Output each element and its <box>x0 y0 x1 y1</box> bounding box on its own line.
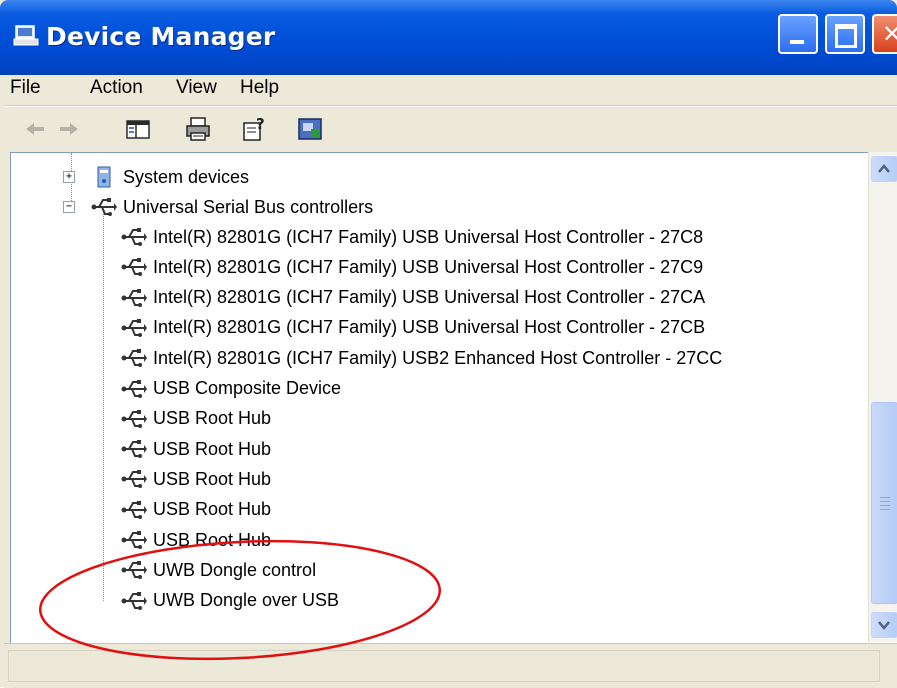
grip-line <box>880 509 890 510</box>
minimize-button[interactable] <box>778 14 818 54</box>
usb-icon <box>121 379 147 398</box>
tree-item-label: Intel(R) 82801G (ICH7 Family) USB2 Enhan… <box>153 347 723 368</box>
tree-item-label: USB Root Hub <box>153 438 272 459</box>
toolbar: ? <box>4 106 897 151</box>
tree-item-label: Intel(R) 82801G (ICH7 Family) USB Univer… <box>153 256 704 277</box>
tree-item-label: Intel(R) 82801G (ICH7 Family) USB Univer… <box>153 317 706 338</box>
tree-item-label: USB Root Hub <box>153 529 272 550</box>
scroll-thumb[interactable] <box>871 402 897 604</box>
tree-item-label: USB Composite Device <box>153 378 342 398</box>
tree-item-label: Intel(R) 82801G (ICH7 Family) USB Univer… <box>153 287 706 308</box>
usb-icon <box>121 318 147 337</box>
grip-line <box>880 497 890 498</box>
usb-icon <box>121 440 147 459</box>
tree-item-usb-device[interactable]: USB Root Hub <box>121 405 271 433</box>
status-pane <box>8 650 880 682</box>
usb-icon <box>121 288 147 307</box>
back-arrow-icon[interactable] <box>22 115 50 143</box>
usb-icon <box>121 531 147 549</box>
usb-icon <box>91 198 117 216</box>
tree-item-usb-device[interactable]: Intel(R) 82801G (ICH7 Family) USB Univer… <box>121 253 703 281</box>
tree-item-label: UWB Dongle control <box>153 559 317 580</box>
tree-item-label: Intel(R) 82801G (ICH7 Family) USB Univer… <box>153 226 704 247</box>
tree-line <box>103 211 104 601</box>
system-devices-icon <box>97 166 111 188</box>
tree-item-label: USB Root Hub <box>153 468 272 489</box>
tree-item-usb-device[interactable]: USB Composite Device <box>121 375 341 403</box>
scroll-up-button[interactable] <box>871 156 897 182</box>
tree-item-usb-device[interactable]: Intel(R) 82801G (ICH7 Family) USB2 Enhan… <box>121 344 722 372</box>
grip-line <box>880 505 890 506</box>
title-bar[interactable]: Device Manager <box>0 0 897 75</box>
menu-bar: File Action View Help <box>4 75 897 106</box>
usb-icon <box>121 258 147 277</box>
usb-icon <box>121 500 147 519</box>
status-bar <box>4 643 897 688</box>
menu-view[interactable]: View <box>176 77 217 99</box>
menu-help[interactable]: Help <box>240 77 279 99</box>
expand-button[interactable]: + <box>63 171 75 183</box>
forward-arrow-icon[interactable] <box>54 115 82 143</box>
vertical-scrollbar[interactable] <box>868 152 897 642</box>
tree-item-usb-device[interactable]: Intel(R) 82801G (ICH7 Family) USB Univer… <box>121 314 705 342</box>
close-button[interactable] <box>872 14 897 54</box>
tree-item-usb-device[interactable]: USB Root Hub <box>121 465 271 493</box>
svg-text:?: ? <box>256 115 265 133</box>
grip-line <box>880 501 890 502</box>
properties-icon[interactable]: ? <box>240 115 268 143</box>
usb-icon <box>121 409 147 428</box>
device-manager-icon <box>13 25 39 46</box>
tree-item-label: UWB Dongle over USB <box>153 590 340 611</box>
chevron-down-icon <box>878 621 890 630</box>
usb-icon <box>121 561 147 580</box>
tree-item-usb-device[interactable]: UWB Dongle over USB <box>121 587 339 615</box>
collapse-button[interactable]: − <box>63 201 75 213</box>
tree-item-usb-device[interactable]: Intel(R) 82801G (ICH7 Family) USB Univer… <box>121 223 703 251</box>
tree-item-label: USB Root Hub <box>153 499 272 520</box>
tree-item-label: System devices <box>123 166 250 187</box>
tree-item-label: USB Root Hub <box>153 408 272 429</box>
tree-item-system-devices[interactable]: + System devices <box>63 163 249 191</box>
usb-icon <box>121 470 147 489</box>
help-icon[interactable] <box>296 115 324 143</box>
print-icon[interactable] <box>184 115 212 143</box>
maximize-button[interactable] <box>825 14 865 54</box>
scroll-down-button[interactable] <box>871 612 897 638</box>
menu-action[interactable]: Action <box>90 77 143 99</box>
tree-item-usb-device[interactable]: USB Root Hub <box>121 435 271 463</box>
menu-file[interactable]: File <box>10 77 41 99</box>
device-tree-view[interactable]: + System devices − Universal Serial Bus … <box>10 152 897 644</box>
usb-icon <box>121 349 147 368</box>
show-hide-console-tree-icon[interactable] <box>124 115 152 143</box>
tree-item-usb-device[interactable]: Intel(R) 82801G (ICH7 Family) USB Univer… <box>121 284 705 312</box>
window-title: Device Manager <box>46 22 276 51</box>
usb-icon <box>121 228 147 246</box>
tree-item-usb-device[interactable]: UWB Dongle control <box>121 556 316 584</box>
chevron-up-icon <box>878 164 890 173</box>
tree-item-usb-device[interactable]: USB Root Hub <box>121 526 271 554</box>
usb-icon <box>121 591 147 610</box>
tree-item-usb-device[interactable]: USB Root Hub <box>121 496 271 524</box>
tree-item-label: Universal Serial Bus controllers <box>123 196 374 217</box>
tree-item-usb-controllers[interactable]: − Universal Serial Bus controllers <box>63 193 373 221</box>
device-manager-window: Device Manager File Action View Help <box>0 0 897 688</box>
